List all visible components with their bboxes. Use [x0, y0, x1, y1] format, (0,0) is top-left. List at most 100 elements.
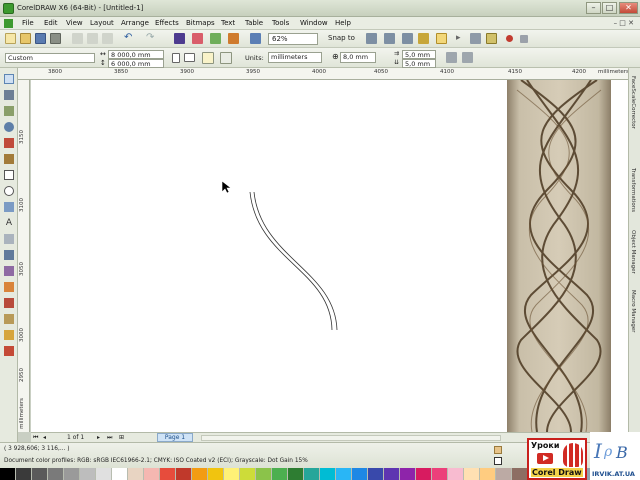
- palette-swatch[interactable]: [240, 468, 256, 480]
- menu-window[interactable]: Window: [300, 19, 328, 27]
- pick-mode-icon[interactable]: [436, 33, 447, 44]
- freehand-tool-icon[interactable]: [4, 138, 14, 148]
- new-document-icon[interactable]: [5, 33, 16, 44]
- palette-swatch[interactable]: [192, 468, 208, 480]
- palette-swatch[interactable]: [400, 468, 416, 480]
- menu-layout[interactable]: Layout: [90, 19, 114, 27]
- add-page-button[interactable]: ⊞: [119, 434, 124, 441]
- document-icon[interactable]: [4, 19, 13, 28]
- outline-pen-icon[interactable]: [4, 330, 14, 340]
- current-page-icon[interactable]: [220, 52, 232, 64]
- first-page-button[interactable]: ⏮: [33, 434, 38, 442]
- pick-tool-icon[interactable]: [4, 74, 14, 84]
- copy-icon[interactable]: [87, 33, 98, 44]
- palette-swatch[interactable]: [448, 468, 464, 480]
- record-icon[interactable]: [506, 35, 513, 42]
- palette-swatch[interactable]: [16, 468, 32, 480]
- page-width-field[interactable]: 8 000,0 mm: [108, 50, 164, 59]
- duplicate-distance-y-field[interactable]: 5,0 mm: [402, 59, 436, 68]
- palette-swatch[interactable]: [320, 468, 336, 480]
- palette-swatch[interactable]: [48, 468, 64, 480]
- docker-tab-facescalecorrector[interactable]: FaceScaleCorrector: [630, 76, 636, 129]
- close-button[interactable]: ✕: [619, 2, 638, 14]
- vertical-ruler[interactable]: 3150 3100 3050 3000 2950 millimeters: [18, 80, 30, 432]
- options-icon[interactable]: [418, 33, 429, 44]
- menu-tools[interactable]: Tools: [272, 19, 289, 27]
- menu-table[interactable]: Table: [245, 19, 263, 27]
- menu-bitmaps[interactable]: Bitmaps: [186, 19, 215, 27]
- redo-icon[interactable]: ↷: [146, 33, 157, 44]
- set-page-size-icon[interactable]: [462, 52, 473, 63]
- menu-file[interactable]: File: [22, 19, 34, 27]
- next-page-button[interactable]: ▸: [97, 434, 100, 441]
- palette-swatch[interactable]: [0, 468, 16, 480]
- menu-arrange[interactable]: Arrange: [121, 19, 149, 27]
- eyedropper-tool-icon[interactable]: [4, 314, 14, 324]
- outline-indicator-icon[interactable]: [494, 457, 502, 465]
- palette-swatch[interactable]: [224, 468, 240, 480]
- save-icon[interactable]: [35, 33, 46, 44]
- snap-icon[interactable]: [366, 33, 377, 44]
- tab-page-1[interactable]: Page 1: [157, 433, 193, 442]
- page-preset-dropdown[interactable]: Custom: [5, 53, 95, 63]
- print-icon[interactable]: [50, 33, 61, 44]
- nudge-distance-field[interactable]: 8,0 mm: [340, 52, 376, 63]
- palette-swatch[interactable]: [352, 468, 368, 480]
- docker-tab-transformations[interactable]: Transformations: [630, 168, 636, 212]
- palette-swatch[interactable]: [80, 468, 96, 480]
- palette-swatch[interactable]: [64, 468, 80, 480]
- shape-tool-icon[interactable]: [4, 90, 14, 100]
- edit-mode-icon[interactable]: [486, 33, 497, 44]
- minimize-button[interactable]: –: [586, 2, 601, 14]
- fill-indicator-icon[interactable]: [494, 446, 502, 454]
- palette-swatch[interactable]: [112, 468, 128, 480]
- open-icon[interactable]: [20, 33, 31, 44]
- prev-page-button[interactable]: ◂: [43, 434, 46, 441]
- text-tool-icon[interactable]: A: [4, 218, 14, 228]
- ellipse-tool-icon[interactable]: [4, 186, 14, 196]
- landscape-icon[interactable]: [184, 53, 195, 62]
- palette-swatch[interactable]: [496, 468, 512, 480]
- connector-tool-icon[interactable]: [4, 266, 14, 276]
- palette-swatch[interactable]: [288, 468, 304, 480]
- node-edit-icon[interactable]: [470, 33, 481, 44]
- welcome-screen-icon[interactable]: [250, 33, 261, 44]
- search-content-icon[interactable]: [174, 33, 185, 44]
- palette-swatch[interactable]: [272, 468, 288, 480]
- maximize-button[interactable]: □: [602, 2, 617, 14]
- application-launcher-icon[interactable]: [228, 33, 239, 44]
- dynamic-guides-icon[interactable]: [384, 33, 395, 44]
- portrait-icon[interactable]: [172, 53, 180, 63]
- import-icon[interactable]: [192, 33, 203, 44]
- cut-icon[interactable]: [72, 33, 83, 44]
- zoom-tool-icon[interactable]: [4, 122, 14, 132]
- palette-swatch[interactable]: [304, 468, 320, 480]
- menu-help[interactable]: Help: [335, 19, 351, 27]
- set-default-units-icon[interactable]: [446, 52, 457, 63]
- menu-effects[interactable]: Effects: [155, 19, 179, 27]
- play-icon[interactable]: ▸: [456, 33, 467, 44]
- horizontal-ruler[interactable]: 3800 3850 3900 3950 4000 4050 4100 4150 …: [18, 68, 629, 80]
- interactive-blend-icon[interactable]: [4, 282, 14, 292]
- polygon-tool-icon[interactable]: [4, 202, 14, 212]
- palette-swatch[interactable]: [464, 468, 480, 480]
- color-profiles-text[interactable]: Document color profiles: RGB: sRGB IEC61…: [4, 458, 308, 464]
- palette-swatch[interactable]: [176, 468, 192, 480]
- menu-edit[interactable]: Edit: [44, 19, 58, 27]
- docker-tab-macro-manager[interactable]: Macro Manager: [630, 290, 636, 333]
- crop-tool-icon[interactable]: [4, 106, 14, 116]
- export-icon[interactable]: [210, 33, 221, 44]
- dimension-tool-icon[interactable]: [4, 250, 14, 260]
- rectangle-tool-icon[interactable]: [4, 170, 14, 180]
- curve-line-inner[interactable]: [253, 191, 338, 331]
- palette-swatch[interactable]: [128, 468, 144, 480]
- menu-view[interactable]: View: [66, 19, 83, 27]
- all-pages-icon[interactable]: [202, 52, 214, 64]
- palette-swatch[interactable]: [368, 468, 384, 480]
- paste-icon[interactable]: [102, 33, 113, 44]
- palette-swatch[interactable]: [96, 468, 112, 480]
- stop-icon[interactable]: [520, 35, 528, 43]
- fill-tool-icon[interactable]: [4, 346, 14, 356]
- curve-line-outer[interactable]: [249, 191, 333, 331]
- palette-swatch[interactable]: [480, 468, 496, 480]
